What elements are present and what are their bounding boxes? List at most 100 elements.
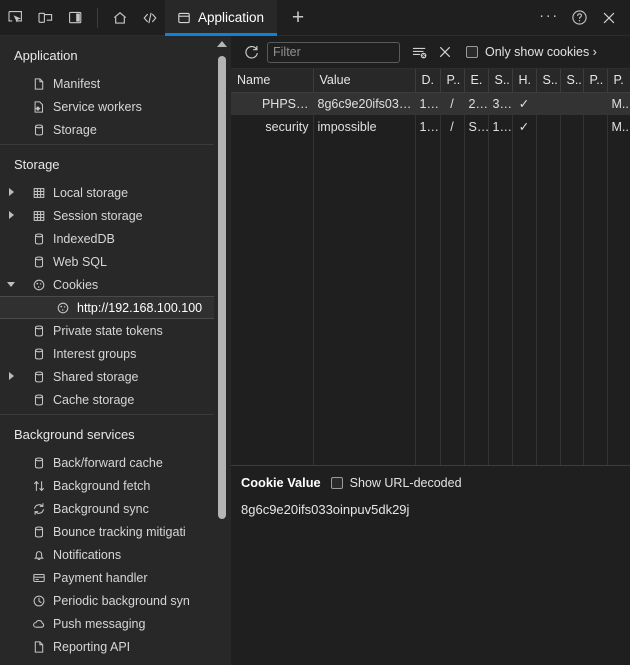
sidebar-item-cache-storage[interactable]: Cache storage (0, 388, 214, 411)
sidebar-item-cookies[interactable]: Cookies (0, 273, 214, 296)
show-url-decoded-checkbox[interactable]: Show URL-decoded (330, 476, 462, 490)
database-icon (31, 323, 46, 338)
refresh-icon[interactable] (238, 39, 264, 65)
device-toolbar-icon[interactable] (30, 3, 60, 33)
tab-application[interactable]: Application (165, 0, 278, 36)
column-header[interactable]: H. (512, 69, 537, 93)
table-empty-cell (512, 276, 537, 299)
table-empty-cell (464, 230, 489, 253)
sources-code-icon[interactable] (135, 3, 165, 33)
cookies-table-container[interactable]: Name Value D. P.. E. S.. H. S.. S.. P.. P. PHPS… 8g… (231, 69, 630, 465)
table-cell: 3… (488, 92, 513, 115)
column-header[interactable]: S.. (560, 69, 584, 93)
scroll-up-arrow-icon[interactable] (217, 41, 227, 47)
table-empty-cell (464, 368, 489, 391)
toolbar-divider-1 (97, 7, 98, 28)
sidebar-item-session-storage[interactable]: Session storage (0, 204, 214, 227)
sidebar-item-shared-storage[interactable]: Shared storage (0, 365, 214, 388)
sidebar-item-reporting-api[interactable]: Reporting API (0, 635, 214, 658)
table-empty-cell (464, 161, 489, 184)
only-show-cookies-checkbox-box[interactable] (466, 46, 478, 58)
table-empty-cell (313, 368, 416, 391)
sidebar-item-notifications[interactable]: Notifications (0, 543, 214, 566)
column-header[interactable]: Value (313, 69, 416, 93)
table-empty-cell (415, 345, 441, 368)
table-empty-cell (440, 460, 465, 465)
table-empty-cell (607, 276, 630, 299)
sidebar-item-interest-groups[interactable]: Interest groups (0, 342, 214, 365)
column-header[interactable]: E. (464, 69, 489, 93)
sidebar-item-http-192-168-100-100[interactable]: http://192.168.100.100 (0, 296, 214, 319)
table-empty-cell (415, 253, 441, 276)
table-empty-cell (536, 299, 561, 322)
chevron-right-icon[interactable] (8, 210, 18, 221)
table-row[interactable]: security impossible 1… / S… 1… ✓ M.. (231, 115, 630, 138)
table-empty-cell (231, 414, 314, 437)
more-options-icon[interactable]: ··· (534, 3, 564, 33)
table-empty-cell (440, 437, 465, 460)
table-empty-cell (512, 184, 537, 207)
only-show-cookies-checkbox[interactable]: Only show cookies › (466, 45, 597, 59)
table-empty-cell (464, 345, 489, 368)
sidebar-item-indexeddb[interactable]: IndexedDB (0, 227, 214, 250)
sidebar-item-service-workers[interactable]: Service workers (0, 95, 214, 118)
chevron-down-icon[interactable] (7, 280, 18, 290)
sidebar-item-local-storage[interactable]: Local storage (0, 181, 214, 204)
database-icon (31, 392, 46, 407)
sidebar-scrollbar-thumb[interactable] (218, 56, 226, 519)
add-panel-button[interactable]: + (283, 3, 313, 33)
sidebar-item-private-state-tokens[interactable]: Private state tokens (0, 319, 214, 342)
table-cell: S… (464, 115, 489, 138)
application-sidebar[interactable]: Application Manifest Service workers Storag… (0, 36, 214, 665)
table-empty-cell (313, 276, 416, 299)
sidebar-item-background-fetch[interactable]: Background fetch (0, 474, 214, 497)
sidebar-item-periodic-background-syn[interactable]: Periodic background syn (0, 589, 214, 612)
table-empty-row (231, 161, 630, 184)
sidebar-scrollbar[interactable] (214, 36, 231, 665)
column-header[interactable]: P. (607, 69, 630, 93)
sidebar-item-push-messaging[interactable]: Push messaging (0, 612, 214, 635)
table-empty-cell (231, 460, 314, 465)
filter-input[interactable] (267, 41, 400, 63)
column-header[interactable]: Name (231, 69, 314, 93)
sidebar-item-payment-handler[interactable]: Payment handler (0, 566, 214, 589)
column-header[interactable]: P.. (440, 69, 465, 93)
column-header[interactable]: S.. (536, 69, 561, 93)
table-empty-cell (583, 414, 608, 437)
table-empty-cell (488, 345, 513, 368)
sidebar-item-storage[interactable]: Storage (0, 118, 214, 141)
sidebar-item-background-sync[interactable]: Background sync (0, 497, 214, 520)
table-empty-cell (415, 230, 441, 253)
table-empty-cell (560, 437, 584, 460)
cloud-icon (31, 616, 46, 631)
column-header[interactable]: P.. (583, 69, 608, 93)
chevron-right-icon[interactable] (8, 371, 18, 382)
close-icon[interactable] (594, 3, 624, 33)
clear-all-cookies-icon[interactable] (432, 39, 458, 65)
chevron-right-icon[interactable] (8, 187, 18, 198)
dock-side-icon[interactable] (60, 3, 90, 33)
sidebar-item-back-forward-cache[interactable]: Back/forward cache (0, 451, 214, 474)
inspect-element-icon[interactable] (0, 3, 30, 33)
table-empty-cell (583, 230, 608, 253)
table-empty-cell (231, 437, 314, 460)
twisty-placeholder (8, 619, 18, 629)
column-header[interactable]: S.. (488, 69, 513, 93)
table-empty-cell (313, 253, 416, 276)
table-empty-cell (607, 253, 630, 276)
sidebar-item-label: Private state tokens (53, 323, 163, 338)
sidebar-item-bounce-tracking-mitigati[interactable]: Bounce tracking mitigati (0, 520, 214, 543)
sidebar-item-manifest[interactable]: Manifest (0, 72, 214, 95)
clock-icon (31, 593, 46, 608)
clear-filter-icon[interactable] (406, 39, 432, 65)
sidebar-item-web-sql[interactable]: Web SQL (0, 250, 214, 273)
home-icon[interactable] (105, 3, 135, 33)
table-row[interactable]: PHPS… 8g6c9e20ifs03… 1…/2… 3… ✓ M.. (231, 92, 630, 115)
table-empty-cell (560, 299, 584, 322)
sidebar-item-label: Push messaging (53, 616, 146, 631)
table-empty-cell (415, 460, 441, 465)
column-header[interactable]: D. (415, 69, 441, 93)
help-icon[interactable] (564, 3, 594, 33)
table-empty-cell (607, 322, 630, 345)
show-url-decoded-checkbox-box[interactable] (330, 476, 343, 489)
